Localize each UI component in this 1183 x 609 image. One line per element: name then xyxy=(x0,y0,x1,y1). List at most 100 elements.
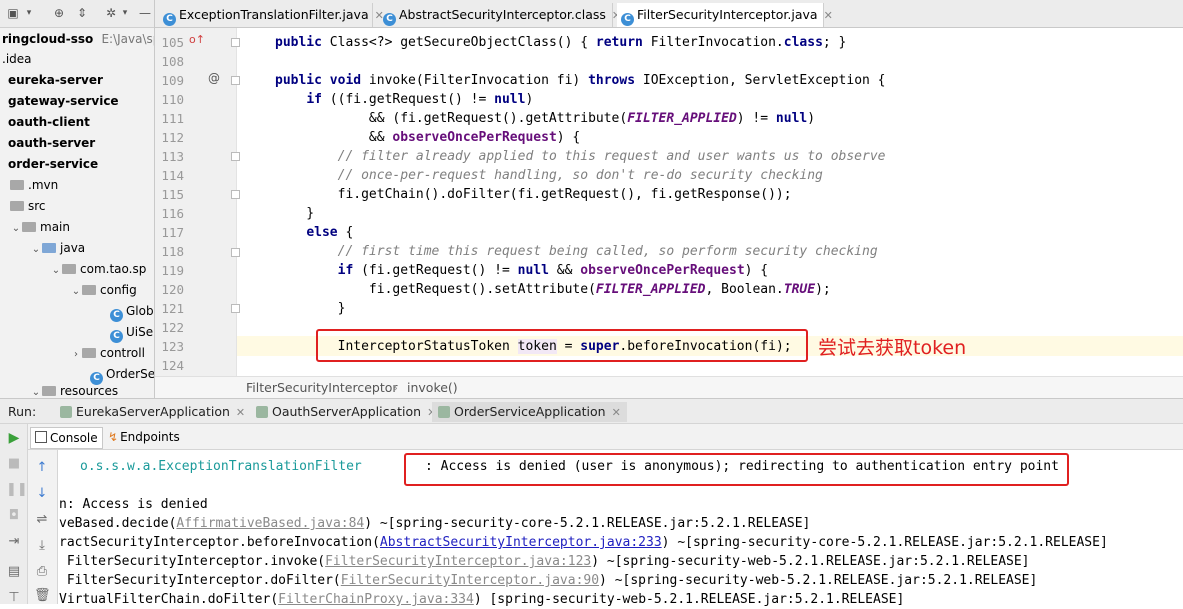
print-icon[interactable]: ⎙ xyxy=(34,564,50,580)
java-class-icon: C xyxy=(163,13,176,26)
tree-item-main[interactable]: ⌄ main xyxy=(10,217,70,238)
override-marker-icon[interactable]: o↑ xyxy=(189,33,205,46)
tree-item-oauth-client[interactable]: oauth-client xyxy=(8,112,90,133)
tree-item-src[interactable]: src xyxy=(10,196,46,217)
run-tab-order[interactable]: OrderServiceApplication ✕ xyxy=(432,402,627,422)
tree-item-resources[interactable]: ⌄ resources xyxy=(30,384,118,398)
tree-item-java[interactable]: ⌄ java xyxy=(30,238,85,259)
tree-item-gateway-service[interactable]: gateway-service xyxy=(8,91,119,112)
stacktrace-link[interactable]: FilterSecurityInterceptor.java:90 xyxy=(341,573,599,588)
fold-marker-icon[interactable] xyxy=(231,76,240,85)
tree-item-controller[interactable]: › controll xyxy=(70,343,145,364)
run-tab-label: OauthServerApplication xyxy=(272,404,422,419)
tree-item-glob[interactable]: C Glob xyxy=(110,301,154,322)
breadcrumb-class[interactable]: FilterSecurityInterceptor xyxy=(246,377,398,398)
fold-marker-icon[interactable] xyxy=(231,248,240,257)
chevron-right-icon: › xyxy=(393,380,398,395)
gear-icon[interactable]: ✲ xyxy=(104,6,118,20)
chevron-down-icon[interactable]: ⌄ xyxy=(30,386,42,398)
chevron-down-icon[interactable]: ⌄ xyxy=(50,260,62,281)
stop-icon[interactable]: ■ xyxy=(6,456,22,472)
stacktrace-link[interactable]: FilterSecurityInterceptor.java:123 xyxy=(325,554,591,569)
breadcrumb-method[interactable]: invoke() xyxy=(407,377,458,398)
folder-icon xyxy=(82,285,96,295)
annotation-text: 尝试去获取token xyxy=(818,337,967,359)
tab-exception-translation-filter[interactable]: C ExceptionTranslationFilter.java ✕ xyxy=(159,3,384,27)
tab-console[interactable]: Console xyxy=(30,427,103,449)
tab-filter-security-interceptor[interactable]: C FilterSecurityInterceptor.java ✕ xyxy=(617,3,833,27)
line-number: 113 xyxy=(161,149,184,164)
console-text: FilterSecurityInterceptor.invoke( xyxy=(59,554,326,569)
fold-marker-icon[interactable] xyxy=(231,38,240,47)
fold-marker-icon[interactable] xyxy=(231,152,240,161)
tree-item-oauth-server[interactable]: oauth-server xyxy=(8,133,95,154)
tree-item-order-service[interactable]: order-service xyxy=(8,154,98,175)
chevron-down-icon[interactable]: ▾ xyxy=(22,6,36,20)
stacktrace-link[interactable]: FilterChainProxy.java:334 xyxy=(278,592,474,607)
tree-item-uise[interactable]: C UiSe xyxy=(110,322,153,343)
line-number: 109 xyxy=(161,73,184,88)
tree-item-label: oauth-client xyxy=(8,115,90,129)
code-line: // once-per-request handling, so don't r… xyxy=(337,168,823,183)
stacktrace-link[interactable]: AffirmativeBased.java:84 xyxy=(176,516,364,531)
chevron-down-icon[interactable]: ⌄ xyxy=(70,281,82,302)
line-number: 122 xyxy=(161,320,184,335)
line-number: 111 xyxy=(161,111,184,126)
code-line: && (fi.getRequest().getAttribute(FILTER_… xyxy=(275,111,816,126)
tree-item-label: UiSe xyxy=(126,325,154,339)
scroll-to-end-icon[interactable]: ⤓ xyxy=(34,538,50,554)
target-icon[interactable]: ⊕ xyxy=(52,6,66,20)
stacktrace-link[interactable]: AbstractSecurityInterceptor.java:233 xyxy=(380,535,662,550)
arrow-down-icon[interactable]: ↓ xyxy=(34,486,50,502)
hide-icon[interactable]: — xyxy=(138,6,152,20)
run-tab-label: EurekaServerApplication xyxy=(76,404,230,419)
tree-item-eureka-server[interactable]: eureka-server xyxy=(8,70,103,91)
tab-label: FilterSecurityInterceptor.java xyxy=(637,7,818,22)
project-root[interactable]: ringcloud-sso E:\Java\sp xyxy=(2,29,155,50)
folder-icon xyxy=(10,201,24,211)
tree-item-mvn[interactable]: .mvn xyxy=(10,175,58,196)
tree-item-package[interactable]: ⌄ com.tao.sp xyxy=(50,259,147,281)
chevron-down-icon[interactable]: ▾ xyxy=(118,6,132,20)
camera-icon[interactable]: ◘ xyxy=(6,508,22,524)
folder-icon[interactable]: ▣ xyxy=(6,6,20,20)
layout-icon[interactable]: ▤ xyxy=(6,564,22,580)
code-line: fi.getChain().doFilter(fi.getRequest(), … xyxy=(275,187,792,202)
tree-item-idea[interactable]: .idea xyxy=(2,49,32,70)
tree-item-orderservice[interactable]: C OrderSe xyxy=(90,364,154,385)
console-text: ractSecurityInterceptor.beforeInvocation… xyxy=(59,535,380,550)
project-root-path: E:\Java\sp xyxy=(101,32,155,46)
console-line: VirtualFilterChain.doFilter(FilterChainP… xyxy=(59,590,904,609)
trash-icon[interactable]: 🗑 xyxy=(34,588,51,604)
line-number: 108 xyxy=(161,54,184,69)
class-icon: C xyxy=(110,330,123,343)
arrow-up-icon[interactable]: ↑ xyxy=(34,460,50,476)
exit-icon[interactable]: ⇥ xyxy=(6,534,22,550)
console-line: ractSecurityInterceptor.beforeInvocation… xyxy=(59,533,1108,552)
tab-endpoints[interactable]: ↯ Endpoints xyxy=(104,427,184,447)
collapse-icon[interactable]: ⇕ xyxy=(75,6,89,20)
close-icon[interactable]: ✕ xyxy=(612,406,621,419)
close-icon[interactable]: ✕ xyxy=(824,9,833,22)
highlight-box xyxy=(404,453,1069,486)
run-tab-oauth[interactable]: OauthServerApplication✕ xyxy=(250,402,442,422)
chevron-down-icon[interactable]: ⌄ xyxy=(30,239,42,260)
tree-item-config[interactable]: ⌄ config xyxy=(70,280,137,301)
run-tab-eureka[interactable]: EurekaServerApplication ✕ xyxy=(54,402,251,422)
tree-item-label: main xyxy=(40,220,70,234)
console-text: ) [spring-security-web-5.2.1.RELEASE.jar… xyxy=(473,592,905,607)
tab-abstract-security-interceptor[interactable]: CAbstractSecurityInterceptor.class✕ xyxy=(379,3,621,27)
line-number: 105 xyxy=(161,35,184,50)
fold-marker-icon[interactable] xyxy=(231,190,240,199)
console-text: veBased.decide( xyxy=(59,516,177,531)
line-number: 119 xyxy=(161,263,184,278)
code-line: public Class<?> getSecureObjectClass() {… xyxy=(275,35,847,50)
pause-icon[interactable]: ❚❚ xyxy=(6,482,28,498)
chevron-right-icon[interactable]: › xyxy=(70,344,82,365)
close-icon[interactable]: ✕ xyxy=(236,406,245,419)
tree-item-label: eureka-server xyxy=(8,73,103,87)
run-icon[interactable]: ▶ xyxy=(6,430,22,446)
fold-marker-icon[interactable] xyxy=(231,304,240,313)
soft-wrap-icon[interactable]: ⇌ xyxy=(34,512,50,528)
chevron-down-icon[interactable]: ⌄ xyxy=(10,218,22,239)
